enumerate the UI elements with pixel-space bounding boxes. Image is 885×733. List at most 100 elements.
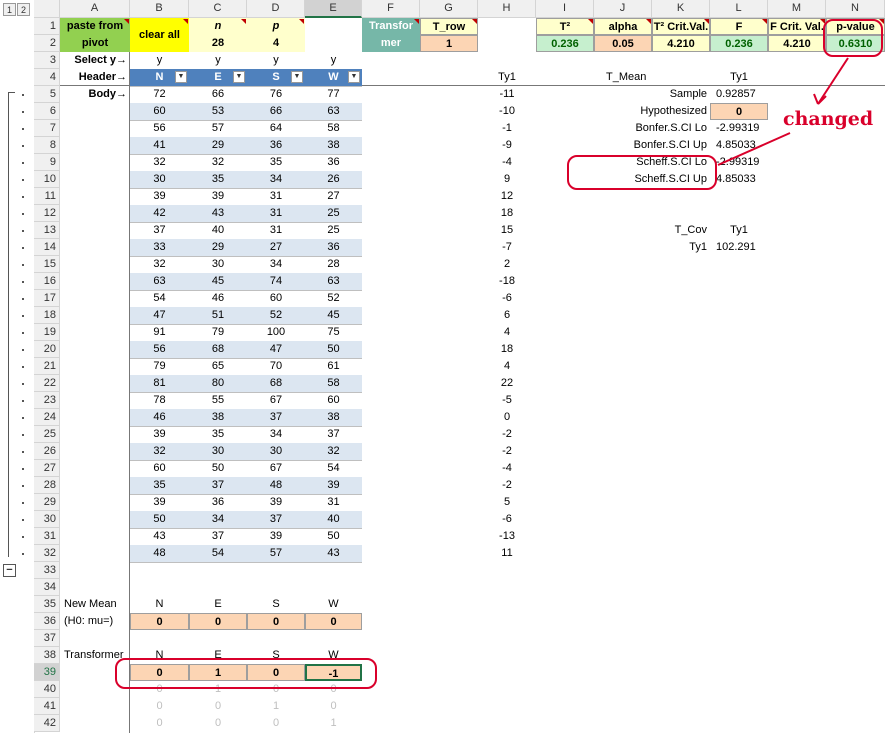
row-header-25[interactable]: 25 [34,426,60,443]
row-header-42[interactable]: 42 [34,715,60,732]
column-header-i[interactable]: I [536,0,594,18]
n-label[interactable]: n [189,18,247,35]
transformer-button[interactable]: Transfor mer [362,18,420,52]
data-cell[interactable]: 68 [247,375,305,392]
filter-dropdown-icon[interactable]: ▼ [348,71,360,83]
ty1-cell[interactable]: -2 [478,443,536,460]
data-cell[interactable]: 50 [305,528,362,545]
data-cell[interactable]: 100 [247,324,305,341]
data-cell[interactable]: 70 [247,358,305,375]
ty1-cell[interactable]: -13 [478,528,536,545]
stat-label-fcrit[interactable]: F Crit. Val. [768,18,826,35]
data-cell[interactable]: 38 [305,137,362,154]
ty1-cell[interactable]: -7 [478,239,536,256]
data-cell[interactable]: 60 [130,103,189,120]
data-cell[interactable]: 39 [247,494,305,511]
data-cell[interactable]: 50 [189,460,247,477]
row-header-18[interactable]: 18 [34,307,60,324]
column-header-h[interactable]: H [478,0,536,18]
row-header-26[interactable]: 26 [34,443,60,460]
hypothesized-input[interactable]: 0 [710,103,768,120]
column-header-c[interactable]: C [189,0,247,18]
row-header-10[interactable]: 10 [34,171,60,188]
row-header-19[interactable]: 19 [34,324,60,341]
row-header-9[interactable]: 9 [34,154,60,171]
data-cell[interactable]: 32 [189,154,247,171]
data-cell[interactable]: 35 [189,171,247,188]
data-cell[interactable]: 38 [189,409,247,426]
data-cell[interactable]: 35 [130,477,189,494]
data-cell[interactable]: 37 [247,511,305,528]
data-cell[interactable]: 37 [247,409,305,426]
ty1-cell[interactable]: -1 [478,120,536,137]
data-cell[interactable]: 41 [130,137,189,154]
data-cell[interactable]: 32 [305,443,362,460]
select-y-cell[interactable]: y [130,52,189,69]
row-header-3[interactable]: 3 [34,52,60,69]
data-cell[interactable]: 66 [247,103,305,120]
data-cell[interactable]: 43 [130,528,189,545]
data-cell[interactable]: 54 [189,545,247,562]
data-cell[interactable]: 50 [130,511,189,528]
data-cell[interactable]: 36 [305,239,362,256]
data-cell[interactable]: 29 [189,137,247,154]
select-y-cell[interactable]: y [189,52,247,69]
paste-from-pivot-button[interactable]: paste from pivot [60,18,130,52]
stat-label-f[interactable]: F [710,18,768,35]
row-header-22[interactable]: 22 [34,375,60,392]
data-cell[interactable]: 78 [130,392,189,409]
data-cell[interactable]: 36 [189,494,247,511]
ty1-cell[interactable]: 18 [478,205,536,222]
row-header-32[interactable]: 32 [34,545,60,562]
data-cell[interactable]: 32 [130,443,189,460]
filter-dropdown-icon[interactable]: ▼ [233,71,245,83]
column-header-m[interactable]: M [768,0,826,18]
row-header-13[interactable]: 13 [34,222,60,239]
select-y-cell[interactable]: y [247,52,305,69]
ty1-cell[interactable]: 5 [478,494,536,511]
data-cell[interactable]: 47 [130,307,189,324]
t-row-input[interactable]: 1 [420,35,478,52]
data-cell[interactable]: 30 [189,256,247,273]
data-cell[interactable]: 58 [305,375,362,392]
data-cell[interactable]: 39 [189,188,247,205]
data-cell[interactable]: 25 [305,205,362,222]
data-cell[interactable]: 34 [247,171,305,188]
data-cell[interactable]: 30 [247,443,305,460]
ty1-cell[interactable]: 12 [478,188,536,205]
data-cell[interactable]: 72 [130,86,189,103]
column-header-l[interactable]: L [710,0,768,18]
outline-level-button[interactable]: 1 [3,3,16,16]
data-cell[interactable]: 39 [130,426,189,443]
data-cell[interactable]: 56 [130,341,189,358]
new-mean-input[interactable]: 0 [189,613,247,630]
ty1-cell[interactable]: -4 [478,154,536,171]
data-cell[interactable]: 34 [247,426,305,443]
data-cell[interactable]: 64 [247,120,305,137]
row-header-7[interactable]: 7 [34,120,60,137]
stat-value-t2crit[interactable]: 4.210 [652,35,710,52]
select-y-cell[interactable]: y [305,52,362,69]
data-cell[interactable]: 37 [189,477,247,494]
outline-level-button[interactable]: 2 [17,3,30,16]
data-cell[interactable]: 54 [130,290,189,307]
data-cell[interactable]: 40 [305,511,362,528]
data-cell[interactable]: 60 [247,290,305,307]
data-cell[interactable]: 39 [130,494,189,511]
row-header-34[interactable]: 34 [34,579,60,596]
row-header-35[interactable]: 35 [34,596,60,613]
data-cell[interactable]: 58 [305,120,362,137]
data-cell[interactable]: 57 [189,120,247,137]
t-row-label[interactable]: T_row [420,18,478,35]
t-cov-value[interactable]: 102.291 [710,239,768,256]
data-cell[interactable]: 39 [130,188,189,205]
row-header-21[interactable]: 21 [34,358,60,375]
ty1-cell[interactable]: 22 [478,375,536,392]
data-cell[interactable]: 39 [305,477,362,494]
row-header-14[interactable]: 14 [34,239,60,256]
data-cell[interactable]: 33 [130,239,189,256]
data-cell[interactable]: 43 [305,545,362,562]
row-header-29[interactable]: 29 [34,494,60,511]
row-header-2[interactable]: 2 [34,35,60,52]
data-cell[interactable]: 50 [305,341,362,358]
